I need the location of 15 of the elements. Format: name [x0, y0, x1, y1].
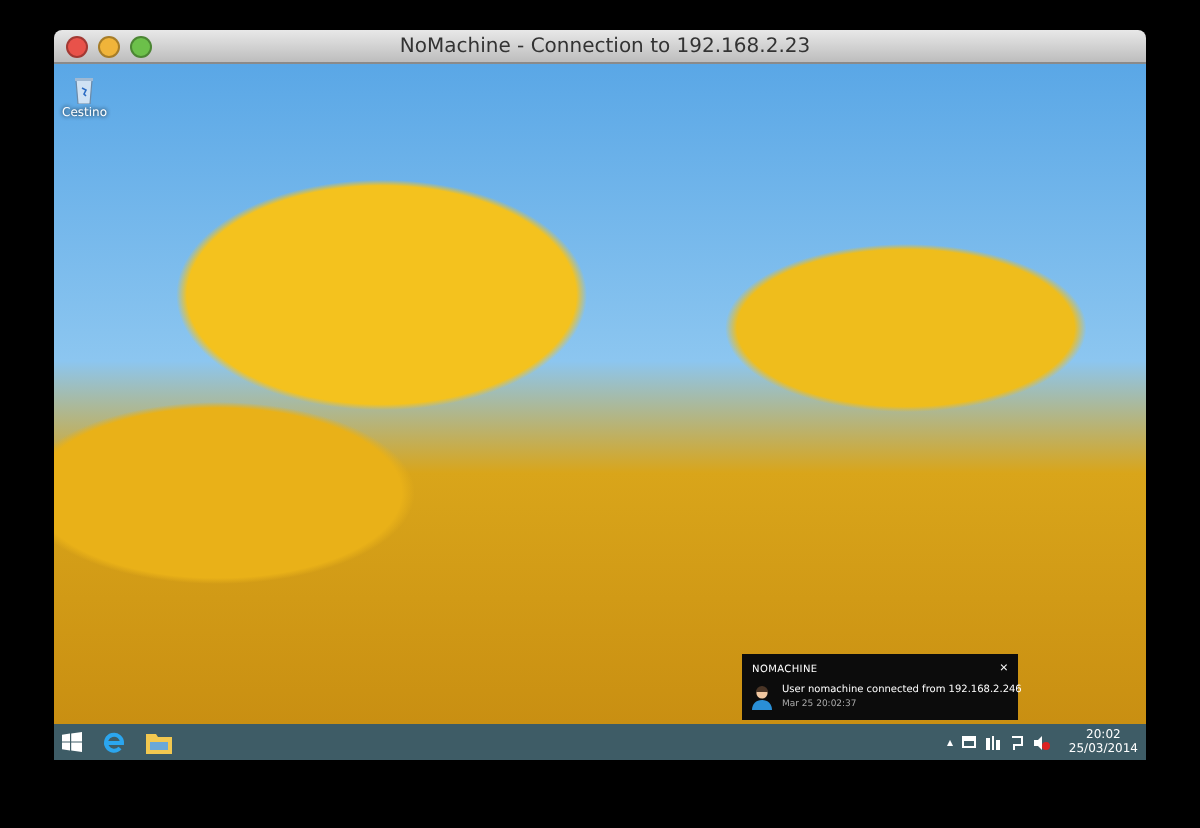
minimize-button[interactable]: [98, 35, 120, 57]
folder-icon: [146, 731, 172, 753]
user-icon: [752, 685, 772, 709]
window-title: NoMachine - Connection to 192.168.2.23: [397, 35, 813, 57]
letter-e-icon: [102, 730, 126, 754]
start-button[interactable]: [62, 732, 82, 752]
browser-button[interactable]: [102, 730, 126, 754]
monitor-icon[interactable]: [962, 735, 977, 749]
trash-bin-icon[interactable]: [74, 76, 95, 104]
windows-logo-icon: [62, 732, 82, 752]
file-explorer-button[interactable]: [146, 731, 172, 753]
close-button[interactable]: [66, 35, 88, 57]
speaker-muted-icon[interactable]: [1034, 735, 1051, 749]
zoom-button[interactable]: [130, 35, 152, 57]
network-icon[interactable]: [986, 735, 1001, 749]
